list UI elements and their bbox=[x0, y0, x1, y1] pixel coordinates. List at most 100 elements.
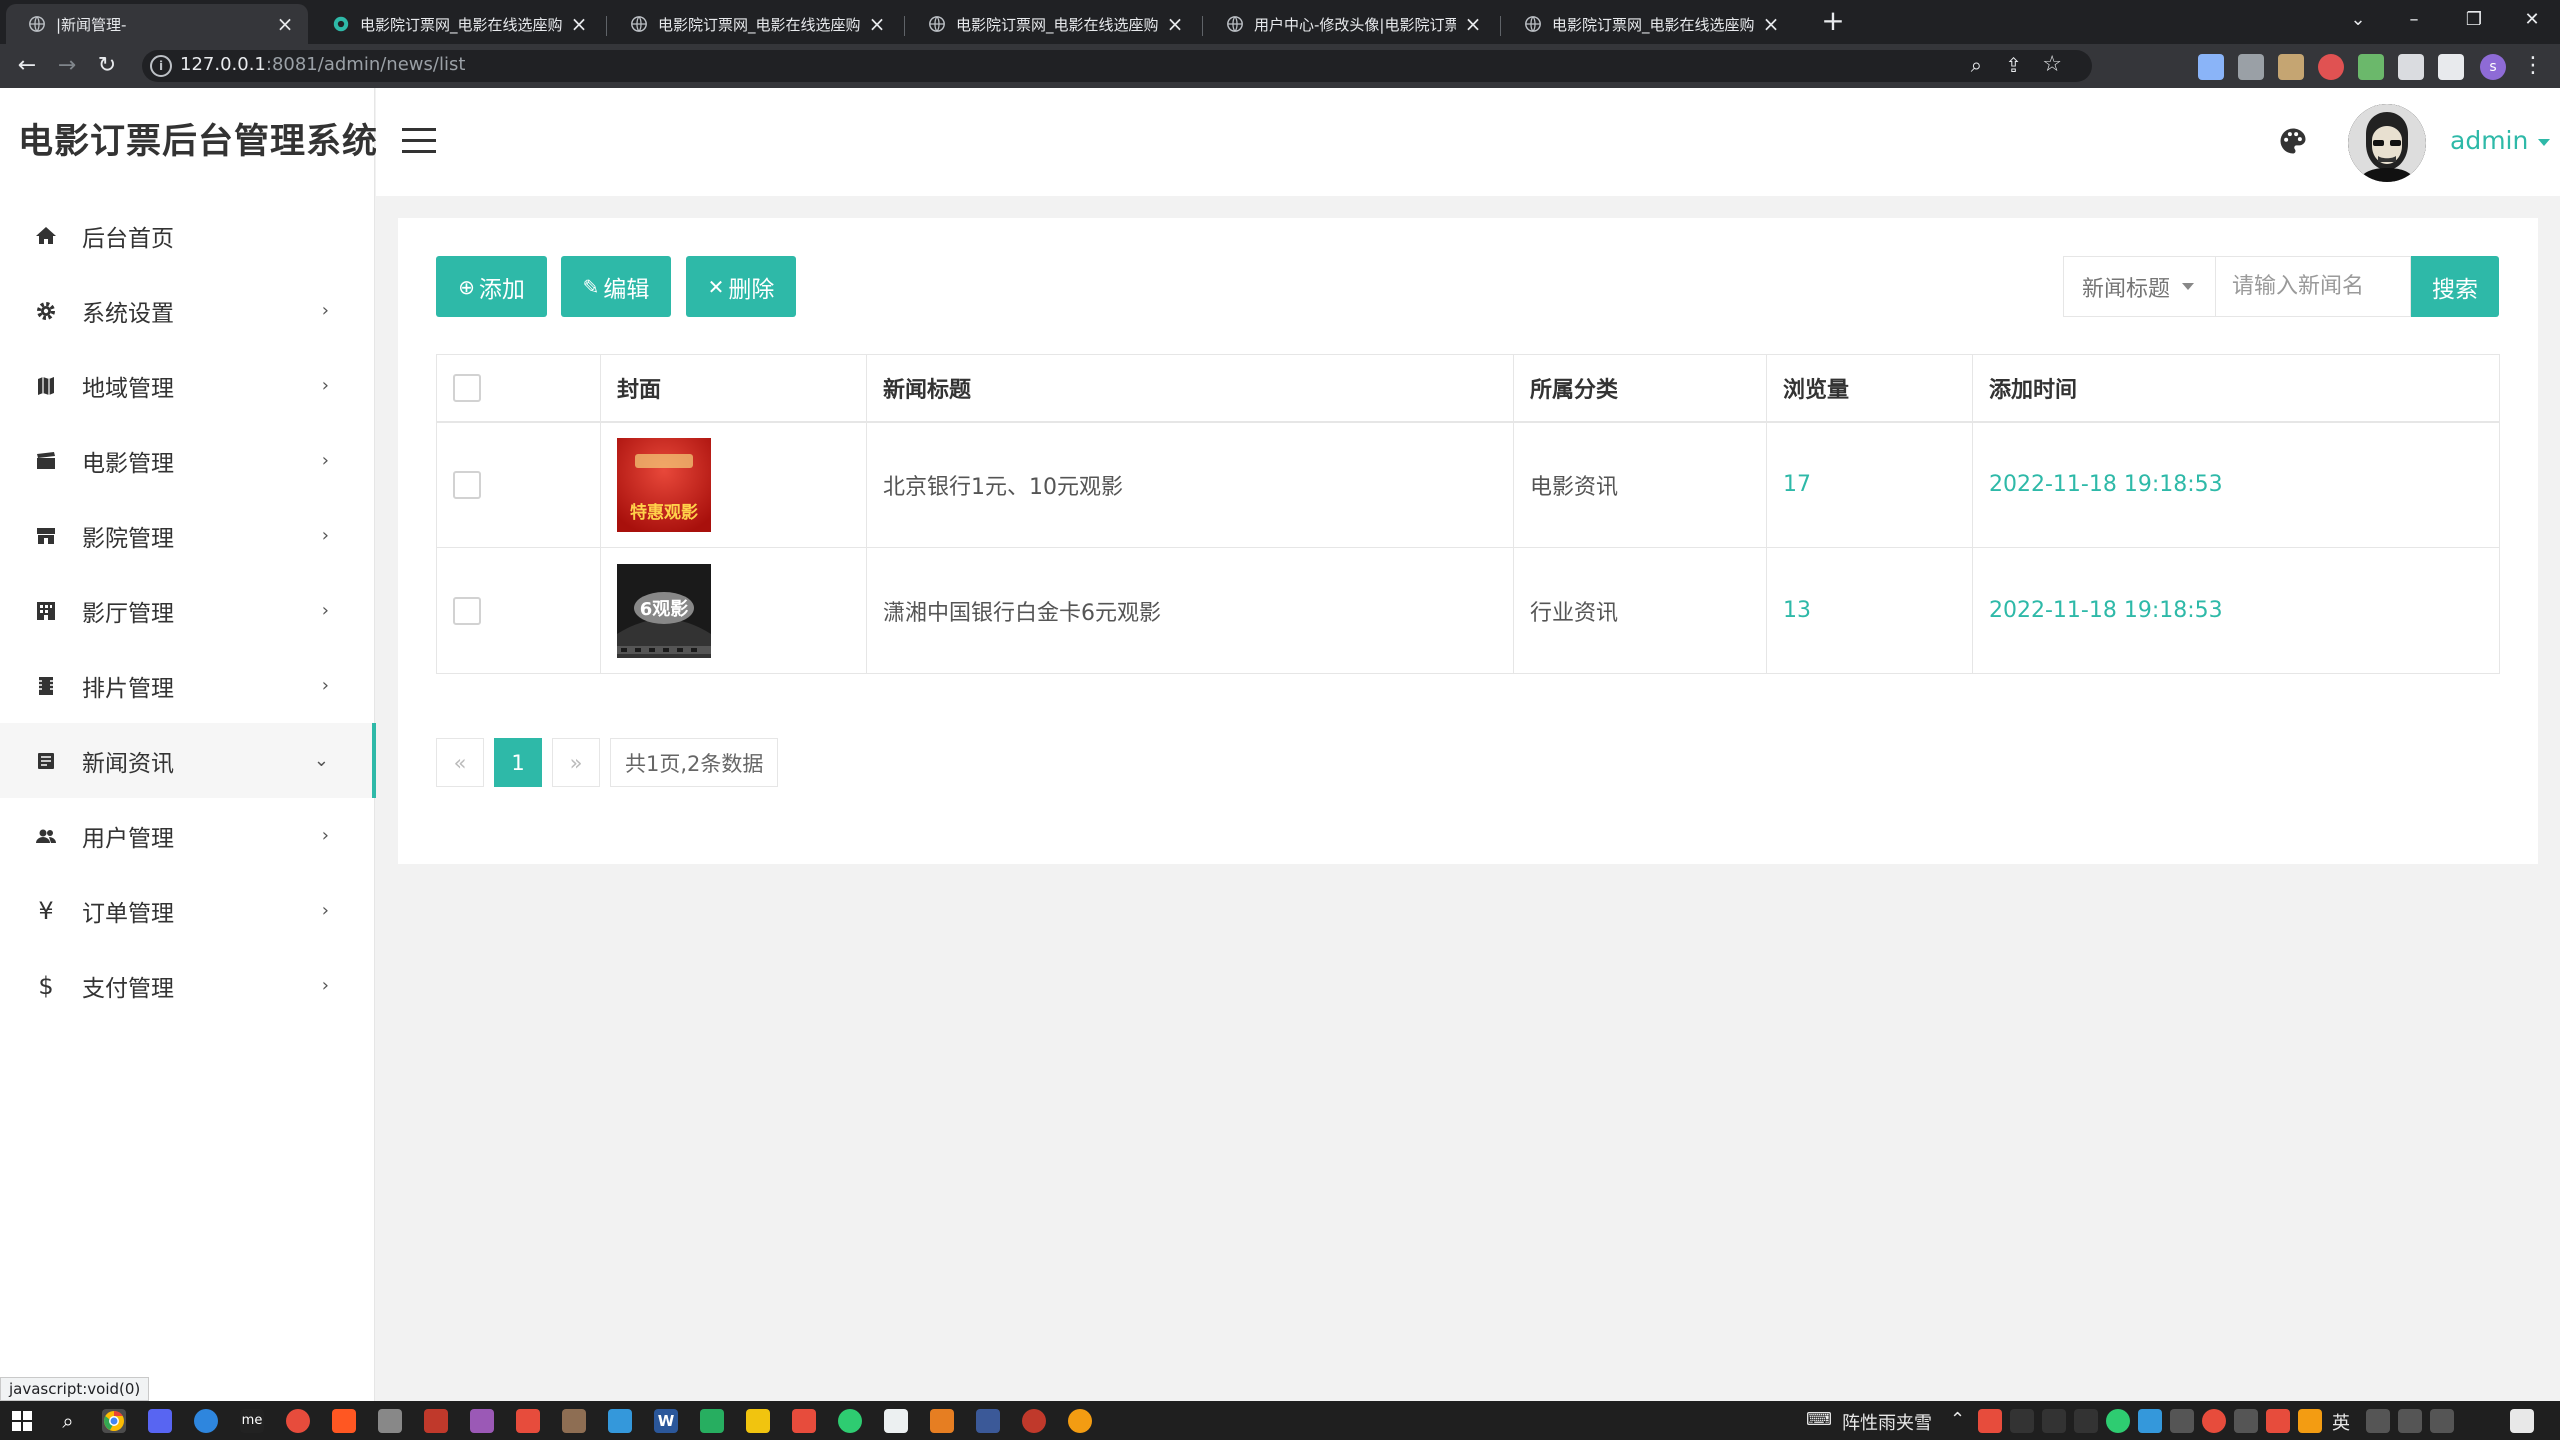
notification-icon[interactable] bbox=[2510, 1409, 2534, 1433]
app-taskbar-icon[interactable] bbox=[792, 1409, 816, 1433]
zoom-icon[interactable]: ⌕ bbox=[1971, 53, 1982, 77]
sidebar-item-users[interactable]: 用户管理 › bbox=[0, 798, 375, 873]
menu-toggle-icon[interactable] bbox=[402, 128, 436, 154]
user-avatar[interactable] bbox=[2348, 104, 2426, 182]
browser-tab[interactable]: 电影院订票网_电影在线选座购票 × bbox=[1502, 4, 1794, 44]
app-taskbar-icon[interactable] bbox=[700, 1409, 724, 1433]
sidebar-item-halls[interactable]: 影厅管理 › bbox=[0, 573, 375, 648]
user-menu[interactable]: admin bbox=[2450, 126, 2551, 155]
close-icon[interactable]: × bbox=[868, 12, 886, 36]
app-taskbar-icon[interactable] bbox=[378, 1409, 402, 1433]
app-taskbar-icon[interactable] bbox=[1068, 1409, 1092, 1433]
new-tab-button[interactable]: + bbox=[1818, 6, 1848, 36]
cover-image[interactable]: 6观影 bbox=[617, 563, 711, 658]
camera-icon[interactable] bbox=[2238, 54, 2264, 80]
sidebar-item-region[interactable]: 地域管理 › bbox=[0, 348, 375, 423]
microphone-icon[interactable] bbox=[2234, 1409, 2258, 1433]
word-taskbar-icon[interactable]: W bbox=[654, 1409, 678, 1433]
app-taskbar-icon[interactable] bbox=[148, 1409, 172, 1433]
tray-icon[interactable] bbox=[2074, 1409, 2098, 1433]
sidebar-item-home[interactable]: 后台首页 bbox=[0, 198, 375, 273]
app-taskbar-icon[interactable] bbox=[976, 1409, 1000, 1433]
wechat-taskbar-icon[interactable] bbox=[838, 1409, 862, 1433]
tray-icon[interactable] bbox=[2266, 1409, 2290, 1433]
app-taskbar-icon[interactable] bbox=[332, 1409, 356, 1433]
folder-taskbar-icon[interactable] bbox=[746, 1409, 770, 1433]
close-icon[interactable]: × bbox=[570, 12, 588, 36]
app-taskbar-icon[interactable] bbox=[424, 1409, 448, 1433]
browser-tab[interactable]: 电影院订票网_电影在线选座购票 × bbox=[608, 4, 900, 44]
app-taskbar-icon[interactable] bbox=[930, 1409, 954, 1433]
tray-icon[interactable] bbox=[2042, 1409, 2066, 1433]
close-window-button[interactable]: ✕ bbox=[2504, 2, 2560, 38]
app-taskbar-icon[interactable]: me bbox=[240, 1409, 264, 1433]
browser-tab[interactable]: 用户中心-修改头像|电影院订票网 × bbox=[1204, 4, 1496, 44]
tray-icon[interactable] bbox=[2298, 1409, 2322, 1433]
tray-icon[interactable] bbox=[2202, 1409, 2226, 1433]
windows-start-icon[interactable] bbox=[10, 1409, 34, 1433]
close-icon[interactable]: × bbox=[1166, 12, 1184, 36]
cover-image[interactable]: 特惠观影 bbox=[617, 437, 711, 532]
prev-page-button[interactable]: « bbox=[436, 738, 484, 787]
clock-icon[interactable] bbox=[2430, 1409, 2454, 1433]
restore-button[interactable]: ❐ bbox=[2446, 2, 2502, 38]
info-icon[interactable]: i bbox=[150, 55, 172, 77]
browser-tab[interactable]: 电影院订票网_电影在线选座购票 × bbox=[906, 4, 1198, 44]
close-icon[interactable]: × bbox=[1762, 12, 1780, 36]
share-icon[interactable]: ⇪ bbox=[2005, 53, 2022, 77]
sidebar-item-payments[interactable]: $ 支付管理 › bbox=[0, 948, 375, 1023]
profile-avatar[interactable]: s bbox=[2480, 54, 2506, 80]
browser-tab[interactable]: 电影院订票网_电影在线选座购票 × bbox=[310, 4, 602, 44]
browser-taskbar-icon[interactable] bbox=[194, 1409, 218, 1433]
add-button[interactable]: ⊕ 添加 bbox=[436, 256, 547, 317]
more-menu-icon[interactable]: ⋮ bbox=[2518, 51, 2548, 81]
ime-indicator[interactable]: 英 bbox=[2332, 1409, 2350, 1435]
sidebar-item-movies[interactable]: 电影管理 › bbox=[0, 423, 375, 498]
chevron-up-icon[interactable]: ⌃ bbox=[1950, 1409, 1965, 1430]
side-panel-icon[interactable] bbox=[2438, 54, 2464, 80]
search-input[interactable] bbox=[2215, 256, 2411, 317]
forward-icon[interactable]: → bbox=[52, 51, 82, 81]
search-field-select[interactable]: 新闻标题 bbox=[2063, 256, 2215, 317]
address-bar[interactable]: i 127.0.0.1:8081/admin/news/list ⌕ ⇪ ☆ bbox=[142, 50, 2092, 82]
palette-icon[interactable] bbox=[2278, 126, 2308, 156]
browser-tab-active[interactable]: |新闻管理- × bbox=[6, 4, 308, 44]
tray-icon[interactable] bbox=[2106, 1409, 2130, 1433]
tab-search-icon[interactable]: ⌄ bbox=[2330, 2, 2386, 38]
volume-icon[interactable] bbox=[2398, 1409, 2422, 1433]
close-icon[interactable]: × bbox=[276, 12, 294, 36]
image-extension-icon[interactable] bbox=[2278, 54, 2304, 80]
sidebar-item-settings[interactable]: 系统设置 › bbox=[0, 273, 375, 348]
next-page-button[interactable]: » bbox=[552, 738, 600, 787]
shield-icon[interactable] bbox=[2318, 54, 2344, 80]
row-checkbox[interactable] bbox=[453, 470, 481, 499]
table-row[interactable]: 6观影 潇湘中国银行白金卡6元观影 行业资讯 13 2022-11-18 19:… bbox=[436, 547, 2500, 674]
reload-icon[interactable]: ↻ bbox=[92, 51, 122, 81]
extension-icon[interactable] bbox=[2198, 54, 2224, 80]
close-icon[interactable]: × bbox=[1464, 12, 1482, 36]
keyboard-icon[interactable]: ⌨ bbox=[1806, 1409, 1832, 1430]
tray-icon[interactable] bbox=[2010, 1409, 2034, 1433]
edit-button[interactable]: ✎ 编辑 bbox=[561, 256, 671, 317]
sidebar-item-cinemas[interactable]: 影院管理 › bbox=[0, 498, 375, 573]
app-taskbar-icon[interactable] bbox=[562, 1409, 586, 1433]
search-icon[interactable]: ⌕ bbox=[56, 1409, 80, 1433]
network-icon[interactable] bbox=[2366, 1409, 2390, 1433]
row-checkbox[interactable] bbox=[453, 596, 481, 625]
select-all-checkbox[interactable] bbox=[453, 373, 481, 402]
app-taskbar-icon[interactable] bbox=[884, 1409, 908, 1433]
puzzle-icon[interactable] bbox=[2398, 54, 2424, 80]
app-taskbar-icon[interactable] bbox=[470, 1409, 494, 1433]
sidebar-item-news[interactable]: 新闻资讯 ⌄ bbox=[0, 723, 376, 798]
tray-icon[interactable] bbox=[2170, 1409, 2194, 1433]
page-button-current[interactable]: 1 bbox=[494, 738, 542, 787]
app-taskbar-icon[interactable] bbox=[608, 1409, 632, 1433]
bookmark-star-icon[interactable]: ☆ bbox=[2042, 52, 2062, 77]
delete-button[interactable]: ✕ 删除 bbox=[686, 256, 796, 317]
tray-icon[interactable] bbox=[1978, 1409, 2002, 1433]
app-taskbar-icon[interactable] bbox=[1022, 1409, 1046, 1433]
tray-icon[interactable] bbox=[2138, 1409, 2162, 1433]
chrome-taskbar-icon[interactable] bbox=[102, 1409, 126, 1433]
back-icon[interactable]: ← bbox=[12, 51, 42, 81]
sidebar-item-schedule[interactable]: 排片管理 › bbox=[0, 648, 375, 723]
